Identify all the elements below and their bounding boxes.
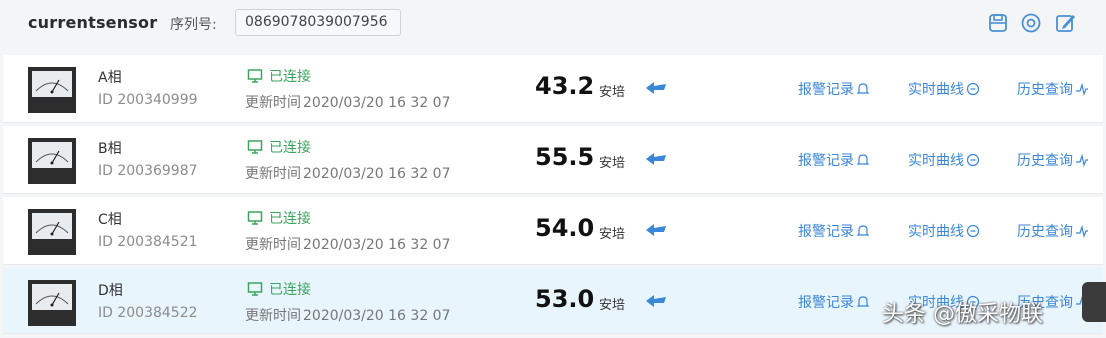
clock-icon: [966, 153, 980, 167]
sensor-row[interactable]: B相 ID 200369987 已连接 更新时间 2020/03/20 16 32…: [3, 126, 1103, 194]
alarm-records-label: 报警记录: [798, 82, 854, 98]
current-value: 43.2: [535, 72, 595, 100]
bell-icon: [856, 225, 870, 236]
update-time-label: 更新时间: [245, 95, 301, 111]
device-id: ID 200384522: [98, 305, 198, 321]
connection-status: 已连接: [247, 279, 311, 299]
update-time-value: 2020/03/20 16 32 07: [303, 308, 451, 324]
device-id: ID 200369987: [98, 163, 198, 179]
current-unit: 安培: [599, 156, 626, 171]
realtime-curve-link[interactable]: 实时曲线: [908, 150, 980, 170]
clock-icon: [966, 224, 980, 238]
monitor-icon: [247, 69, 263, 83]
arrow-left-icon: [644, 293, 668, 309]
sensor-row[interactable]: C相 ID 200384521 已连接 更新时间 2020/03/20 16 32…: [3, 197, 1103, 265]
update-time-value: 2020/03/20 16 32 07: [303, 95, 451, 111]
alarm-records-link[interactable]: 报警记录: [798, 292, 870, 312]
phase-name: B相: [98, 141, 122, 157]
app-name: currentsensor: [28, 13, 158, 32]
status-text: 已连接: [269, 211, 311, 227]
status-text: 已连接: [269, 69, 311, 85]
ammeter-icon: [28, 280, 76, 326]
current-value: 55.5: [535, 143, 595, 171]
phase-name: A相: [98, 70, 122, 86]
watermark-text: 头条 @傲采物联: [882, 302, 1043, 327]
realtime-curve-link[interactable]: 实时曲线: [908, 221, 980, 241]
save-icon[interactable]: [987, 12, 1009, 34]
device-id: ID 200384521: [98, 234, 198, 250]
phase-name: C相: [98, 212, 122, 228]
header-bar: currentsensor 序列号: 0869078039007956: [0, 0, 1106, 50]
pulse-icon: [1076, 153, 1088, 167]
status-text: 已连接: [269, 282, 311, 298]
update-time-label: 更新时间: [245, 166, 301, 182]
arrow-left-icon: [644, 80, 668, 96]
bell-icon: [856, 83, 870, 94]
alarm-records-label: 报警记录: [798, 224, 854, 240]
update-time-label: 更新时间: [245, 237, 301, 253]
ammeter-icon: [28, 67, 76, 113]
arrow-left-icon: [644, 222, 668, 238]
pulse-icon: [1076, 82, 1088, 96]
watermark-badge: [1082, 282, 1106, 322]
connection-status: 已连接: [247, 208, 311, 228]
history-query-link[interactable]: 历史查询: [1017, 221, 1089, 241]
update-time: 更新时间 2020/03/20 16 32 07: [245, 163, 451, 183]
monitor-icon: [247, 211, 263, 225]
sensor-row[interactable]: A相 ID 200340999 已连接 更新时间 2020/03/20 16 32…: [3, 55, 1103, 123]
update-time-value: 2020/03/20 16 32 07: [303, 237, 451, 253]
current-unit: 安培: [599, 227, 626, 242]
current-value: 54.0: [535, 214, 595, 242]
realtime-curve-label: 实时曲线: [908, 224, 964, 240]
settings-circle-icon[interactable]: [1020, 12, 1042, 34]
serial-number-field[interactable]: 0869078039007956: [235, 9, 401, 36]
serial-label: 序列号:: [170, 17, 217, 33]
pulse-icon: [1076, 224, 1088, 238]
connection-status: 已连接: [247, 66, 311, 86]
update-time: 更新时间 2020/03/20 16 32 07: [245, 92, 451, 112]
realtime-curve-link[interactable]: 实时曲线: [908, 79, 980, 99]
history-query-label: 历史查询: [1017, 82, 1073, 98]
arrow-left-icon: [644, 151, 668, 167]
alarm-records-link[interactable]: 报警记录: [798, 150, 870, 170]
edit-icon[interactable]: [1054, 12, 1076, 34]
bell-icon: [856, 296, 870, 307]
status-text: 已连接: [269, 140, 311, 156]
phase-name: D相: [98, 283, 123, 299]
history-query-label: 历史查询: [1017, 224, 1073, 240]
monitor-icon: [247, 140, 263, 154]
realtime-curve-label: 实时曲线: [908, 153, 964, 169]
history-query-label: 历史查询: [1017, 153, 1073, 169]
ammeter-icon: [28, 138, 76, 184]
ammeter-icon: [28, 209, 76, 255]
device-id: ID 200340999: [98, 92, 198, 108]
history-query-link[interactable]: 历史查询: [1017, 150, 1089, 170]
alarm-records-link[interactable]: 报警记录: [798, 79, 870, 99]
bell-icon: [856, 154, 870, 165]
monitor-icon: [247, 282, 263, 296]
alarm-records-link[interactable]: 报警记录: [798, 221, 870, 241]
current-unit: 安培: [599, 85, 626, 100]
alarm-records-label: 报警记录: [798, 153, 854, 169]
current-value: 53.0: [535, 285, 595, 313]
history-query-link[interactable]: 历史查询: [1017, 79, 1089, 99]
update-time: 更新时间 2020/03/20 16 32 07: [245, 305, 451, 325]
current-unit: 安培: [599, 298, 626, 313]
update-time-label: 更新时间: [245, 308, 301, 324]
clock-icon: [966, 82, 980, 96]
alarm-records-label: 报警记录: [798, 295, 854, 311]
update-time: 更新时间 2020/03/20 16 32 07: [245, 234, 451, 254]
update-time-value: 2020/03/20 16 32 07: [303, 166, 451, 182]
realtime-curve-label: 实时曲线: [908, 82, 964, 98]
connection-status: 已连接: [247, 137, 311, 157]
